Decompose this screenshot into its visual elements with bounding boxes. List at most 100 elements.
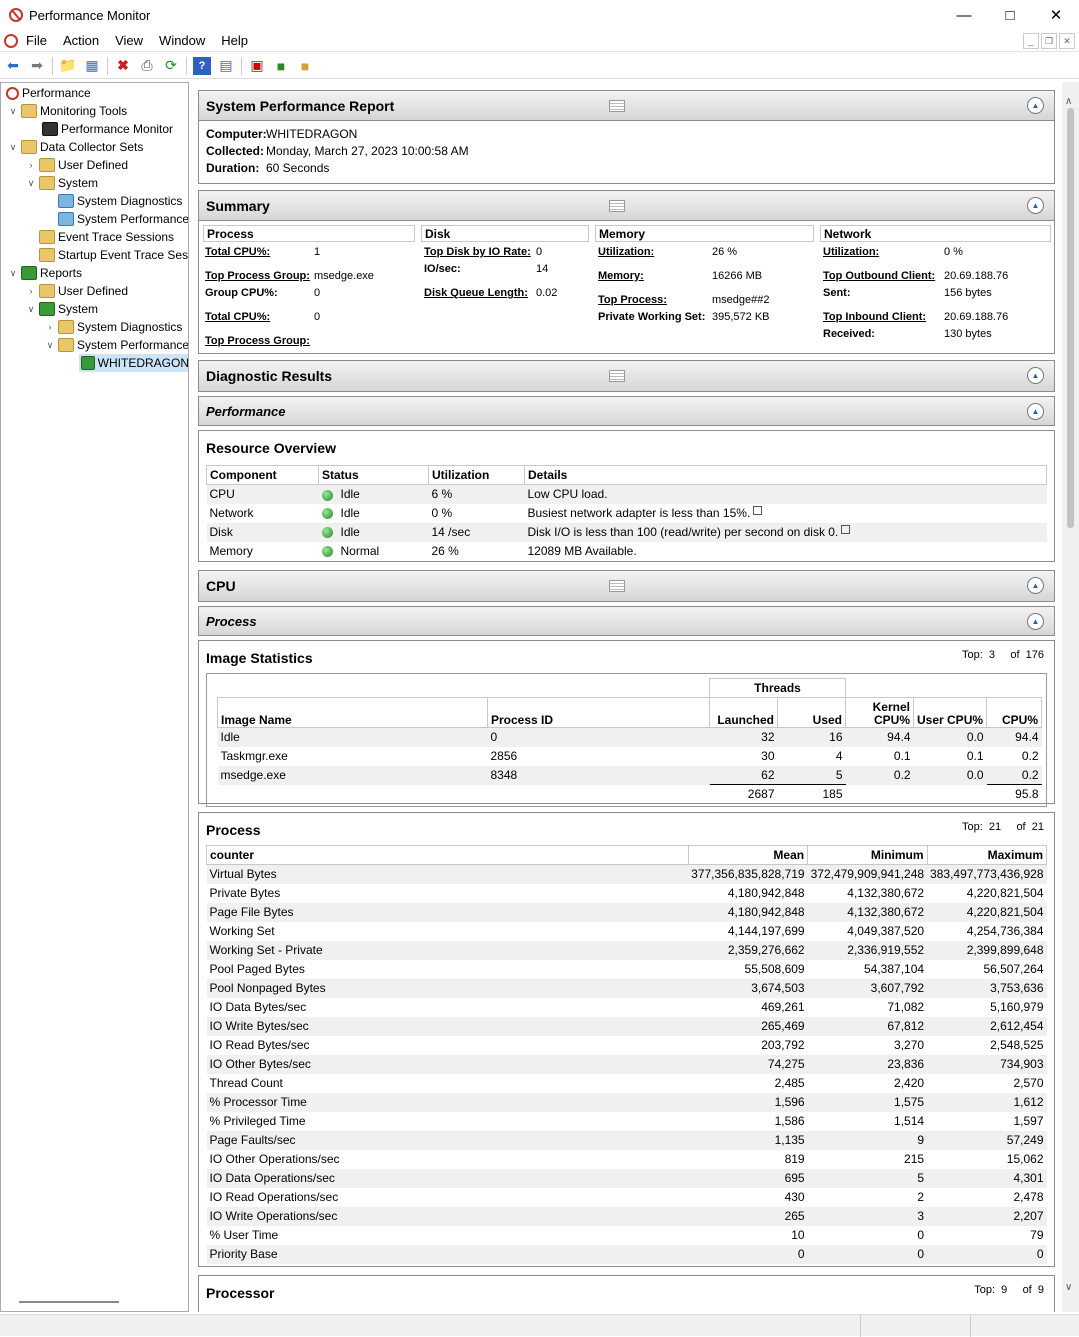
properties-icon[interactable]: ▤	[217, 57, 235, 75]
top-outbound-client-link[interactable]: Top Outbound Client:	[823, 270, 944, 282]
chevron-down-icon[interactable]: ∨	[7, 142, 19, 153]
table-view-icon[interactable]	[609, 580, 625, 592]
monitor-graph-icon[interactable]: ▣	[248, 57, 266, 75]
scroll-down-icon[interactable]: ∨	[1065, 1282, 1072, 1293]
top-process-group-link[interactable]: Top Process Group:	[205, 270, 314, 282]
mean-cell: 2,359,276,662	[688, 940, 808, 960]
network-utilization-link[interactable]: Utilization:	[823, 246, 944, 258]
minimize-button[interactable]: —	[941, 0, 987, 30]
used-cell: 16	[777, 727, 846, 747]
collapse-icon[interactable]: ▲	[1027, 577, 1044, 594]
chevron-down-icon[interactable]: ∨	[7, 106, 19, 117]
tree-item-whitedragon[interactable]: WHITEDRAGON	[79, 354, 188, 372]
table-row: % User Time 10 0 79	[207, 1226, 1047, 1245]
up-folder-icon[interactable]: 📁	[59, 57, 77, 75]
scroll-up-icon[interactable]: ∧	[1065, 96, 1072, 107]
help-icon[interactable]: ?	[193, 56, 211, 75]
tree-item-event-trace-sessions[interactable]: Event Trace Sessions	[37, 228, 174, 246]
table-view-icon[interactable]	[609, 370, 625, 382]
folder-icon	[21, 104, 37, 118]
report-title: System Performance Report	[206, 97, 395, 114]
scrollbar-thumb[interactable]	[1067, 108, 1074, 528]
maximum-cell: 1,597	[1013, 1114, 1044, 1128]
tree-item-dcs-user-defined[interactable]: › User Defined	[25, 156, 128, 174]
resource-overview-section: Resource Overview Component Status Utili…	[198, 430, 1055, 562]
report-icon[interactable]: ■	[272, 57, 290, 75]
chevron-down-icon[interactable]: ∨	[44, 340, 56, 351]
edit-note-icon[interactable]	[841, 525, 851, 534]
summary-memory-header: Memory	[595, 225, 814, 242]
chevron-right-icon[interactable]: ›	[25, 160, 37, 170]
show-hide-console-tree-icon[interactable]: ▦	[83, 57, 101, 75]
menu-action[interactable]: Action	[55, 33, 107, 48]
total-cpu-link[interactable]: Total CPU%:	[205, 246, 314, 258]
computer-value: WHITEDRAGON	[266, 126, 358, 141]
tree-horizontal-scrollbar[interactable]	[19, 1301, 119, 1303]
tree-item-monitoring-tools[interactable]: ∨ Monitoring Tools	[7, 102, 127, 120]
menu-view[interactable]: View	[107, 33, 151, 48]
tree-item-startup-event-trace[interactable]: Startup Event Trace Sessions	[37, 246, 188, 264]
table-view-icon[interactable]	[609, 100, 625, 112]
tree-item-rep-system-diagnostics[interactable]: › System Diagnostics	[44, 318, 182, 336]
tree-item-reports[interactable]: ∨ Reports	[7, 264, 82, 282]
close-button[interactable]: ✕	[1033, 0, 1079, 30]
table-view-icon[interactable]	[609, 200, 625, 212]
delete-icon[interactable]: ✖	[114, 57, 132, 75]
forward-icon[interactable]: ➡	[28, 57, 46, 75]
chevron-down-icon[interactable]: ∨	[25, 178, 37, 189]
memory-utilization-link[interactable]: Utilization:	[598, 246, 712, 258]
refresh-icon[interactable]: ⟳	[162, 57, 180, 75]
top-process-group-link[interactable]: Top Process Group:	[205, 335, 310, 347]
menu-help[interactable]: Help	[213, 33, 256, 48]
collapse-icon[interactable]: ▲	[1027, 613, 1044, 630]
chevron-down-icon[interactable]: ∨	[7, 268, 19, 279]
tree-item-performance[interactable]: Performance	[4, 84, 91, 102]
collapse-icon[interactable]: ▲	[1027, 197, 1044, 214]
table-row: Private Bytes 4,180,942,848 4,132,380,672 4…	[207, 884, 1047, 903]
back-icon[interactable]: ⬅	[4, 57, 22, 75]
collapse-icon[interactable]: ▲	[1027, 403, 1044, 420]
tree-item-dcs-system-diagnostics[interactable]: System Diagnostics	[56, 192, 182, 210]
top-disk-link[interactable]: Top Disk by IO Rate:	[424, 246, 536, 258]
top-inbound-client-link[interactable]: Top Inbound Client:	[823, 311, 944, 323]
toolbar-separator	[186, 56, 187, 75]
counter-cell: Virtual Bytes	[206, 864, 689, 884]
print-icon[interactable]: ⎙	[138, 57, 156, 75]
chevron-right-icon[interactable]: ›	[25, 286, 37, 296]
collapse-icon[interactable]: ▲	[1027, 367, 1044, 384]
system-menu-icon[interactable]	[4, 33, 18, 48]
open-folder-icon[interactable]: ■	[296, 57, 314, 75]
maximize-button[interactable]: □	[987, 0, 1033, 30]
collapse-icon[interactable]: ▲	[1027, 97, 1044, 114]
tree-item-data-collector-sets[interactable]: ∨ Data Collector Sets	[7, 138, 143, 156]
tree-label: System	[58, 176, 99, 190]
top-process-link[interactable]: Top Process:	[598, 294, 712, 306]
child-close-button[interactable]: ✕	[1059, 33, 1075, 49]
menu-window[interactable]: Window	[151, 33, 213, 48]
counter-cell: Pool Paged Bytes	[209, 962, 305, 976]
table-row: % Processor Time 1,596 1,575 1,612	[206, 1092, 1047, 1112]
disk-queue-link[interactable]: Disk Queue Length:	[424, 287, 536, 299]
chevron-right-icon[interactable]: ›	[44, 322, 56, 332]
tree-item-rep-system[interactable]: ∨ System	[25, 300, 98, 318]
utilization-cell: 6 %	[428, 484, 525, 504]
child-minimize-button[interactable]: _	[1023, 33, 1039, 49]
child-restore-button[interactable]: ❐	[1041, 33, 1057, 49]
top-inbound-client-value: 20.69.188.76	[944, 311, 1009, 323]
menu-file[interactable]: File	[18, 33, 55, 48]
total-cpu-link[interactable]: Total CPU%:	[205, 311, 314, 323]
edit-note-icon[interactable]	[753, 506, 763, 515]
tree-item-rep-user-defined[interactable]: › User Defined	[25, 282, 128, 300]
tree-item-dcs-system[interactable]: ∨ System	[25, 174, 98, 192]
chevron-down-icon[interactable]: ∨	[25, 304, 37, 315]
table-row: Taskmgr.exe 2856 30 4 0.1 0.1 0.2	[218, 747, 1042, 766]
tree-item-performance-monitor[interactable]: Performance Monitor	[40, 120, 173, 138]
tree-item-dcs-system-performance[interactable]: System Performance	[56, 210, 188, 228]
maximum-cell: 2,570	[1013, 1076, 1044, 1090]
report-vertical-scrollbar[interactable]: ∧ ∨	[1062, 82, 1079, 1312]
memory-link[interactable]: Memory:	[598, 270, 712, 282]
table-row: % Privileged Time 1,586 1,514 1,597	[207, 1112, 1047, 1131]
col-status: Status	[318, 465, 429, 485]
tree-label: Data Collector Sets	[40, 140, 144, 154]
tree-item-rep-system-performance[interactable]: ∨ System Performance	[44, 336, 188, 354]
